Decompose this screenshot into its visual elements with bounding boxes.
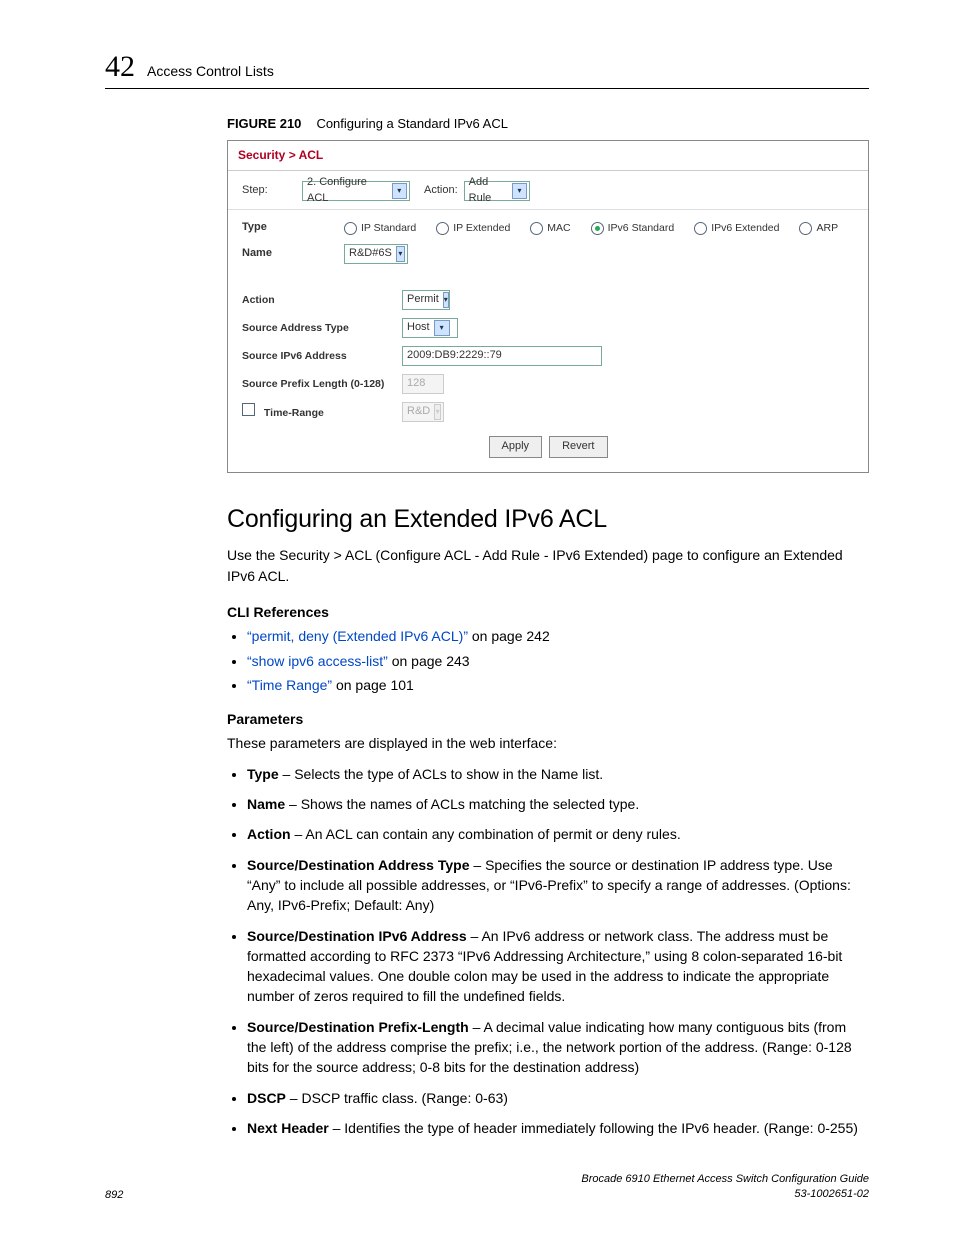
radio-ip-extended[interactable]: IP Extended (436, 221, 510, 236)
page-footer: 892 Brocade 6910 Ethernet Access Switch … (105, 1172, 869, 1201)
figure-caption-text: Configuring a Standard IPv6 ACL (316, 116, 508, 131)
params-heading: Parameters (227, 709, 869, 729)
action-label: Action: (424, 183, 458, 199)
figure-label: FIGURE 210 (227, 116, 301, 131)
src-addr-type-dropdown[interactable]: Host ▾ (402, 318, 458, 338)
step-dropdown[interactable]: 2. Configure ACL ▾ (302, 181, 410, 201)
figure-caption: FIGURE 210 Configuring a Standard IPv6 A… (227, 113, 869, 134)
section-heading: Configuring an Extended IPv6 ACL (227, 501, 869, 537)
radio-ipv6-standard[interactable]: IPv6 Standard (591, 221, 675, 236)
src-prefix-label: Source Prefix Length (0-128) (242, 377, 402, 392)
chevron-down-icon: ▾ (443, 292, 449, 308)
cli-refs-list: “permit, deny (Extended IPv6 ACL)” on pa… (227, 626, 869, 695)
list-item: Type – Selects the type of ACLs to show … (247, 764, 869, 784)
name-value: R&D#6S (349, 246, 392, 262)
list-item: Action – An ACL can contain any combinat… (247, 824, 869, 844)
src-ip-label: Source IPv6 Address (242, 349, 402, 364)
time-range-checkbox[interactable] (242, 403, 255, 416)
src-addr-type-label: Source Address Type (242, 321, 402, 336)
params-list: Type – Selects the type of ACLs to show … (227, 764, 869, 1138)
ref-link[interactable]: “Time Range” (247, 677, 332, 693)
chevron-down-icon: ▾ (512, 183, 526, 199)
chapter-number: 42 (105, 50, 135, 84)
chevron-down-icon: ▾ (434, 404, 441, 420)
radio-ipv6-extended[interactable]: IPv6 Extended (694, 221, 779, 236)
revert-button[interactable]: Revert (549, 436, 607, 458)
chapter-title: Access Control Lists (147, 63, 274, 79)
time-range-label: Time-Range (264, 407, 324, 419)
name-label: Name (242, 246, 302, 262)
params-intro: These parameters are displayed in the we… (227, 733, 869, 753)
src-ip-input[interactable]: 2009:DB9:2229::79 (402, 346, 602, 366)
cli-refs-heading: CLI References (227, 602, 869, 622)
list-item: Source/Destination IPv6 Address – An IPv… (247, 926, 869, 1007)
section-intro: Use the Security > ACL (Configure ACL - … (227, 545, 869, 586)
ref-link[interactable]: “show ipv6 access-list” (247, 653, 388, 669)
step-value: 2. Configure ACL (307, 175, 388, 207)
list-item: Next Header – Identifies the type of hea… (247, 1118, 869, 1138)
type-label: Type (242, 220, 302, 236)
radio-ip-standard[interactable]: IP Standard (344, 221, 416, 236)
list-item: “show ipv6 access-list” on page 243 (247, 651, 869, 671)
footer-docnum: 53-1002651-02 (794, 1188, 869, 1200)
name-dropdown[interactable]: R&D#6S ▾ (344, 244, 408, 264)
radio-arp[interactable]: ARP (799, 221, 838, 236)
src-prefix-input[interactable]: 128 (402, 374, 444, 394)
time-range-dropdown[interactable]: R&D ▾ (402, 402, 444, 422)
apply-button[interactable]: Apply (489, 436, 543, 458)
chevron-down-icon: ▾ (434, 320, 450, 336)
list-item: DSCP – DSCP traffic class. (Range: 0-63) (247, 1088, 869, 1108)
list-item: “permit, deny (Extended IPv6 ACL)” on pa… (247, 626, 869, 646)
list-item: Source/Destination Prefix-Length – A dec… (247, 1017, 869, 1078)
list-item: “Time Range” on page 101 (247, 675, 869, 695)
action-value: Add Rule (469, 175, 509, 207)
action-dropdown[interactable]: Add Rule ▾ (464, 181, 530, 201)
rule-action-label: Action (242, 293, 402, 308)
figure-screenshot: Security > ACL Step: 2. Configure ACL ▾ … (227, 140, 869, 473)
list-item: Source/Destination Address Type – Specif… (247, 855, 869, 916)
ref-link[interactable]: “permit, deny (Extended IPv6 ACL)” (247, 628, 468, 644)
chevron-down-icon: ▾ (392, 183, 407, 199)
rule-action-dropdown[interactable]: Permit ▾ (402, 290, 450, 310)
radio-mac[interactable]: MAC (530, 221, 570, 236)
chevron-down-icon: ▾ (396, 246, 405, 262)
step-label: Step: (242, 183, 302, 199)
footer-title: Brocade 6910 Ethernet Access Switch Conf… (581, 1173, 869, 1185)
breadcrumb: Security > ACL (228, 141, 868, 171)
page-number: 892 (105, 1189, 123, 1201)
page-header: 42 Access Control Lists (105, 50, 869, 89)
time-range-row: Time-Range (242, 403, 402, 421)
list-item: Name – Shows the names of ACLs matching … (247, 794, 869, 814)
